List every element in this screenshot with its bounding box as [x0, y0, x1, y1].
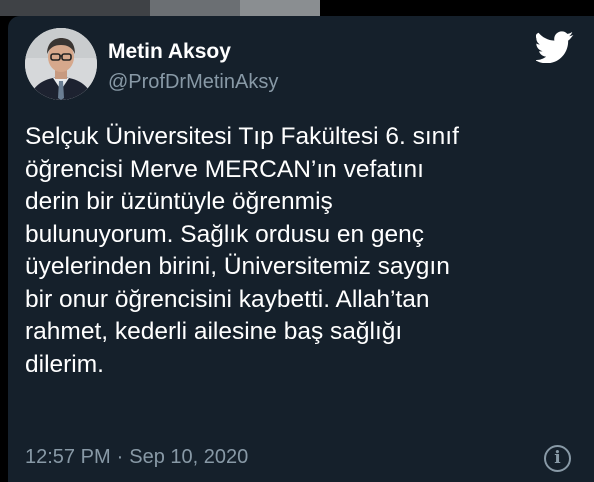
tweet-date: Sep 10, 2020 — [129, 446, 249, 468]
tweet-card: Metin Aksoy @ProfDrMetinAksy Selçuk Üniv… — [8, 16, 594, 482]
timestamp-separator: · — [116, 446, 124, 468]
avatar[interactable] — [25, 28, 97, 100]
image-strip-segment — [0, 0, 150, 16]
author-handle[interactable]: @ProfDrMetinAksy — [108, 71, 278, 94]
profile-photo-icon — [25, 28, 97, 100]
image-strip-segment — [150, 0, 240, 16]
tweet-timestamp[interactable]: 12:57 PM · Sep 10, 2020 — [25, 446, 248, 469]
tweet-time: 12:57 PM — [25, 446, 111, 468]
tweet-text: Selçuk Üniversitesi Tıp Fakültesi 6. sın… — [25, 123, 459, 378]
info-icon[interactable]: i — [544, 445, 571, 472]
image-strip-segment — [240, 0, 320, 16]
top-image-strip — [0, 0, 320, 16]
twitter-bird-icon[interactable] — [536, 31, 574, 63]
author-display-name[interactable]: Metin Aksoy — [108, 40, 231, 64]
